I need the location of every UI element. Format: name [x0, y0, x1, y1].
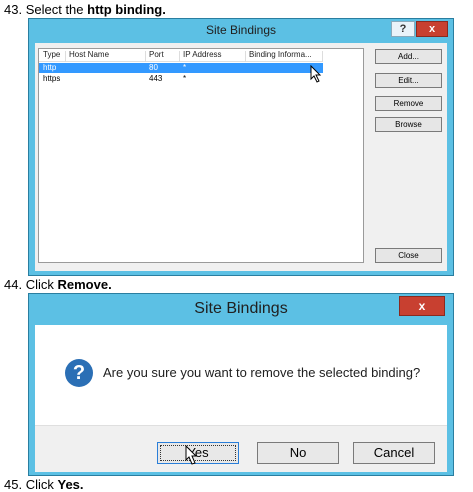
- step-emphasis: http binding.: [87, 2, 166, 17]
- add-button[interactable]: Add...: [375, 49, 442, 64]
- cell-ip: *: [183, 63, 187, 72]
- mouse-pointer-icon: [310, 65, 322, 83]
- table-row-http[interactable]: http 80 *: [39, 63, 323, 73]
- step-emphasis: Yes.: [57, 477, 84, 492]
- column-header-binding-info[interactable]: Binding Informa...: [249, 50, 321, 60]
- step-43: 43. Select the http binding.: [4, 2, 166, 17]
- mouse-pointer-icon: [185, 445, 198, 465]
- step-45: 45. Click Yes.: [4, 477, 84, 492]
- dialog-title: Site Bindings: [194, 300, 288, 317]
- close-dialog-button[interactable]: x: [399, 296, 445, 316]
- cell-port: 80: [149, 63, 158, 72]
- remove-button[interactable]: Remove: [375, 96, 442, 111]
- close-window-button[interactable]: x: [416, 21, 448, 37]
- window-client-area: Type Host Name Port IP Address Binding I…: [35, 43, 447, 271]
- cancel-button[interactable]: Cancel: [353, 442, 435, 464]
- window-title: Site Bindings: [205, 23, 277, 37]
- step-emphasis: Remove.: [57, 277, 112, 292]
- step-number: 43.: [4, 2, 23, 17]
- site-bindings-window: Site Bindings ? x Type Host Name Port IP…: [28, 18, 454, 276]
- confirm-dialog: Site Bindings x ? Are you sure you want …: [28, 293, 454, 476]
- table-row-https[interactable]: https 443 *: [39, 74, 323, 84]
- bindings-list[interactable]: Type Host Name Port IP Address Binding I…: [38, 48, 364, 263]
- column-header-host[interactable]: Host Name: [69, 50, 109, 60]
- cell-type: https: [43, 74, 61, 83]
- step-text: Select the: [25, 2, 88, 17]
- browse-button[interactable]: Browse: [375, 117, 442, 132]
- column-header-type[interactable]: Type: [43, 50, 60, 60]
- step-number: 45.: [4, 477, 23, 492]
- step-text: Click: [25, 277, 58, 292]
- cell-port: 443: [149, 74, 163, 83]
- confirm-message: Are you sure you want to remove the sele…: [103, 365, 421, 380]
- help-button[interactable]: ?: [391, 21, 415, 37]
- column-header-ip[interactable]: IP Address: [183, 50, 222, 60]
- edit-button[interactable]: Edit...: [375, 73, 442, 88]
- list-header: Type Host Name Port IP Address Binding I…: [39, 50, 323, 62]
- yes-button[interactable]: Yes: [157, 442, 239, 464]
- no-button[interactable]: No: [257, 442, 339, 464]
- dialog-button-bar: Yes No Cancel: [35, 425, 447, 472]
- close-button[interactable]: Close: [375, 248, 442, 263]
- dialog-body: ? Are you sure you want to remove the se…: [35, 325, 447, 472]
- cell-type: http: [43, 63, 57, 72]
- column-header-port[interactable]: Port: [149, 50, 164, 60]
- question-icon: ?: [65, 359, 93, 387]
- step-number: 44.: [4, 277, 23, 292]
- cell-ip: *: [183, 74, 187, 83]
- step-text: Click: [25, 477, 58, 492]
- step-44: 44. Click Remove.: [4, 277, 112, 292]
